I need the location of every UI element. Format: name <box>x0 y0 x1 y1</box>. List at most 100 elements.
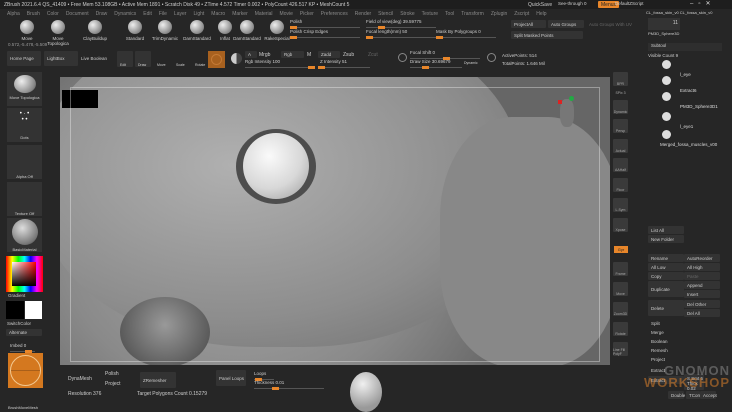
subtool-thumbnail[interactable] <box>662 130 671 139</box>
brush-3[interactable]: Standard <box>120 20 150 41</box>
tool-thumbnail[interactable]: 11 <box>648 18 680 30</box>
subtool-item[interactable]: l_eye1 <box>680 124 693 129</box>
menu-alpha[interactable]: Alpha <box>7 11 20 17</box>
move-button[interactable]: Move <box>154 51 168 67</box>
tool-floor[interactable]: Floor <box>613 178 628 192</box>
tool-line-fill-polyf[interactable]: Line Fill PolyF <box>613 342 628 356</box>
tool-actual[interactable]: Actual <box>613 139 628 153</box>
subtool-btn-paste[interactable]: Paste <box>684 272 720 280</box>
tool-spix-3[interactable]: SPix 3 <box>613 87 628 95</box>
see-through-slider[interactable]: See-through 0 <box>558 1 587 6</box>
tool-zoom3d[interactable]: Zoom3D <box>613 302 628 316</box>
brush-selector[interactable]: Move Topologica <box>7 72 42 106</box>
zsub-toggle[interactable]: Zsub <box>343 52 354 58</box>
subtool-btn-tcorne[interactable]: TCorne <box>686 391 704 399</box>
dynamesh-button[interactable]: DynaMesh <box>68 376 92 382</box>
rgb-toggle[interactable]: Rgb <box>281 51 304 58</box>
rotate-button[interactable]: Rotate <box>192 51 208 67</box>
menu-render[interactable]: Render <box>355 11 371 17</box>
color-picker[interactable] <box>6 256 43 292</box>
subtool-btn-new-folder[interactable]: New Folder <box>648 235 684 243</box>
subtool-btn-insert[interactable]: Insert <box>684 290 720 298</box>
menu-tool[interactable]: Tool <box>445 11 454 17</box>
focal-length-slider[interactable]: Focal length(mm) 50 <box>366 29 436 39</box>
default-zscript[interactable]: DefaultZScript <box>615 1 644 6</box>
brush-7[interactable]: DamStandard <box>232 20 262 41</box>
subtool-thumbnail[interactable] <box>662 112 671 121</box>
a-toggle[interactable]: A <box>245 51 257 58</box>
polish-crisp-slider[interactable]: Polish Crisp Edges <box>290 29 360 39</box>
target-polygons-slider[interactable]: Target Polygons Count 0.15279 <box>137 391 207 397</box>
edit-button[interactable]: Edit <box>117 51 133 67</box>
menu-color[interactable]: Color <box>47 11 59 17</box>
brush-5[interactable]: DamStandard <box>182 20 212 41</box>
scale-button[interactable]: Scale <box>173 51 187 67</box>
fov-slider[interactable]: Field of view(deg) 39.59775 <box>366 19 436 29</box>
subtool-btn-accept[interactable]: Accept <box>700 391 717 399</box>
stroke-selector[interactable]: • · • • • Dots <box>7 108 42 142</box>
menu-zscript[interactable]: Zscript <box>514 11 529 17</box>
subtool-btn-remesh[interactable]: Remesh <box>648 346 684 354</box>
subtool-btn-delete[interactable]: Delete <box>648 300 684 316</box>
polish-slider[interactable]: Polish <box>290 19 360 29</box>
menu-movie[interactable]: Movie <box>280 11 293 17</box>
subtool-header[interactable]: Subtool <box>648 43 722 51</box>
subtool-btn-append[interactable]: Append <box>684 281 720 289</box>
color-icon[interactable] <box>231 53 242 64</box>
dynamic-toggle[interactable]: Dynamic <box>464 61 478 65</box>
alpha-selector[interactable]: Alpha Off <box>7 145 42 179</box>
quicksave-button[interactable]: QuickSave <box>525 1 555 8</box>
menu-picker[interactable]: Picker <box>300 11 314 17</box>
viewport-canvas[interactable] <box>60 77 610 365</box>
subtool-btn-split[interactable]: Split <box>648 319 684 327</box>
tool-frame[interactable]: Frame <box>613 262 628 276</box>
menu-light[interactable]: Light <box>193 11 204 17</box>
gyro-toggle[interactable]: Gyr <box>614 246 628 253</box>
subtool-item[interactable]: Merged_fossa_muscles_v00 <box>660 142 717 147</box>
mrgb-toggle[interactable]: Mrgb <box>259 52 270 58</box>
menu-stencil[interactable]: Stencil <box>378 11 393 17</box>
menu-dynamics[interactable]: Dynamics <box>114 11 136 17</box>
material-swatch[interactable] <box>208 51 225 68</box>
tool-l-sym[interactable]: L.Sym <box>613 198 628 212</box>
tool-xpose[interactable]: Xpose <box>613 218 628 232</box>
texture-selector[interactable]: Texture Off <box>7 182 42 216</box>
draw-button[interactable]: Draw <box>135 51 151 67</box>
auto-groups-button[interactable]: Auto Groups <box>548 20 584 28</box>
polish-toggle[interactable]: Polish <box>105 371 119 377</box>
tool-rotate[interactable]: Rotate <box>613 322 628 336</box>
switch-color-button[interactable]: SwitchColor <box>7 321 31 326</box>
tool-bpr[interactable]: BPR <box>613 72 628 86</box>
z-intensity-slider[interactable]: Z Intensity 51 <box>318 59 370 69</box>
thickness-slider[interactable]: Thickness 0.01 <box>254 380 324 390</box>
secondary-color[interactable] <box>25 301 42 319</box>
imbed-slider[interactable]: Imbed 0 <box>10 343 35 353</box>
zadd-toggle[interactable]: Zadd <box>318 51 340 58</box>
subtool-btn-boolean[interactable]: Boolean <box>648 337 684 345</box>
subtool-item[interactable]: PM3D_Sphere3D1 <box>680 104 718 109</box>
brush-0[interactable]: Move <box>12 20 42 41</box>
resolution-slider[interactable]: Resolution 376 <box>68 391 101 397</box>
subtool-thumbnail[interactable] <box>662 76 671 85</box>
subtool-btn-project[interactable]: Project <box>648 355 684 363</box>
window-controls[interactable]: –▫✕ <box>690 0 716 7</box>
subtool-btn-list-all[interactable]: List All <box>648 226 684 234</box>
subtool-btn-del-other[interactable]: Del Other <box>684 300 720 308</box>
menu-edit[interactable]: Edit <box>143 11 152 17</box>
tool-move[interactable]: Move <box>613 282 628 296</box>
subtool-btn-autoreorder[interactable]: AutoReorder <box>684 254 720 262</box>
menu-brush[interactable]: Brush <box>27 11 40 17</box>
menu-file[interactable]: File <box>159 11 167 17</box>
alternate-button[interactable]: Alternate <box>6 329 42 336</box>
rgb-intensity-slider[interactable]: Rgb Intensity 100 <box>245 59 315 69</box>
menu-macro[interactable]: Macro <box>211 11 225 17</box>
menu-preferences[interactable]: Preferences <box>321 11 348 17</box>
brush-2[interactable]: ClayBuildup <box>80 20 110 41</box>
menu-layer[interactable]: Layer <box>174 11 187 17</box>
subtool-item[interactable]: l_eye <box>680 72 691 77</box>
subtool-btn-duplicate[interactable]: Duplicate <box>648 281 684 297</box>
subtool-item[interactable]: Extract6 <box>680 88 697 93</box>
projectall-button[interactable]: ProjectAll <box>511 20 546 28</box>
draw-size-icon[interactable] <box>487 53 496 62</box>
focal-shift-slider[interactable]: Focal Shift 0 <box>410 50 480 60</box>
